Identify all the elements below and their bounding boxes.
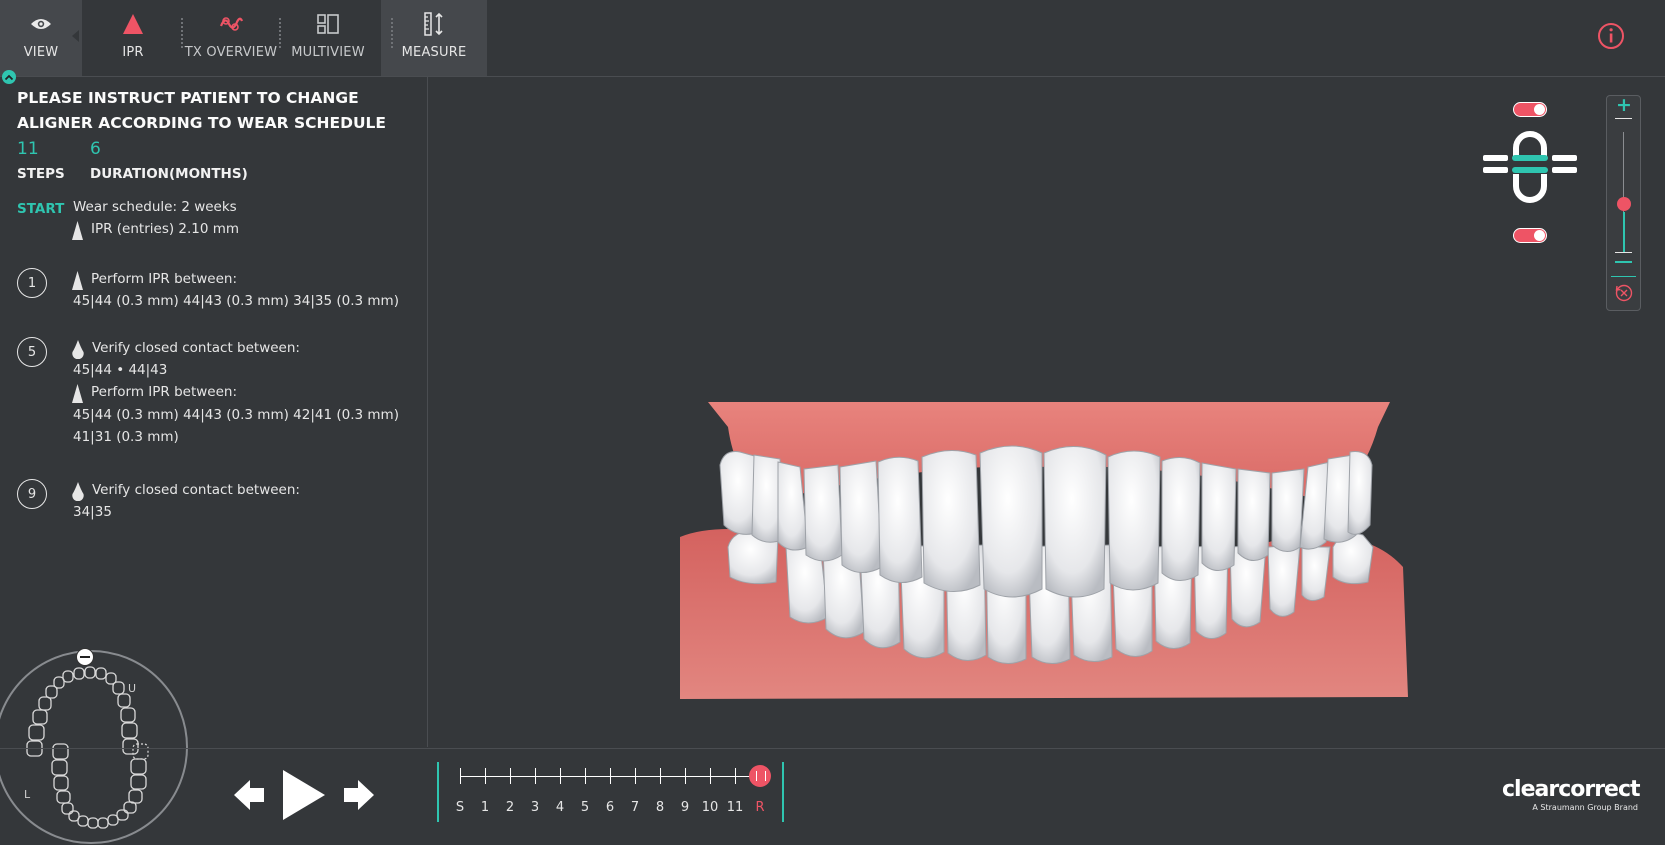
lower-arch-toggle[interactable]	[1513, 228, 1547, 243]
toolbar-grip	[391, 18, 395, 48]
timeline-tick[interactable]	[685, 768, 686, 784]
timeline-step-label[interactable]: 10	[700, 800, 720, 815]
timeline-tick[interactable]	[510, 768, 511, 784]
tab-view-label: VIEW	[23, 45, 59, 60]
timeline-tick[interactable]	[485, 768, 486, 784]
timeline-tick[interactable]	[560, 768, 561, 784]
tab-ipr[interactable]: IPR	[90, 0, 176, 76]
duration-label: DURATION(MONTHS)	[90, 166, 248, 182]
duration-value: 6	[90, 139, 101, 159]
step-marker-5[interactable]: 5	[17, 337, 47, 367]
active-tab-pointer	[72, 30, 79, 42]
upper-arch-label: U	[128, 682, 137, 695]
timeline-tick[interactable]	[585, 768, 586, 784]
zoom-in-button[interactable]: +	[1616, 94, 1632, 116]
zoom-track-fill	[1623, 212, 1625, 252]
toggle-knob	[1534, 104, 1545, 115]
zoom-control: +	[1606, 94, 1641, 311]
tab-tx-overview-label: TX OVERVIEW	[184, 45, 278, 60]
reset-view-icon[interactable]	[1614, 282, 1634, 306]
measure-icon	[423, 7, 445, 41]
tab-ipr-label: IPR	[122, 45, 144, 60]
tab-multiview[interactable]: MULTIVIEW	[283, 0, 373, 76]
brand-name: clearcorrect	[1502, 777, 1641, 802]
divider	[1615, 118, 1632, 119]
timeline-step-label[interactable]: 11	[725, 800, 745, 815]
timeline-tick[interactable]	[535, 768, 536, 784]
upper-arch-toggle[interactable]	[1513, 102, 1547, 117]
start-label: START	[17, 201, 65, 217]
info-icon[interactable]	[1597, 22, 1625, 50]
top-toolbar: VIEW IPR TX OVERVIEW MULTIVIEW MEASURE	[0, 0, 1665, 77]
step-marker-1[interactable]: 1	[17, 268, 47, 298]
ipr-triangle-icon	[72, 221, 83, 244]
timeline-step-label[interactable]: 1	[475, 800, 495, 815]
timeline-step-label[interactable]: 7	[625, 800, 645, 815]
timeline-step-label[interactable]: 2	[500, 800, 520, 815]
step-marker-9[interactable]: 9	[17, 479, 47, 509]
chevron-up-icon	[4, 74, 14, 81]
zoom-out-button[interactable]	[1615, 252, 1632, 264]
minus-icon	[80, 656, 90, 658]
timeline-current-step-handle[interactable]	[749, 765, 771, 787]
brand-logo: clearcorrect A Straumann Group Brand	[1502, 777, 1641, 813]
steps-value: 11	[17, 139, 39, 159]
event-detail: 45|44 • 44|43	[73, 362, 168, 378]
tab-multiview-label: MULTIVIEW	[291, 45, 365, 60]
timeline-step-label[interactable]: 9	[675, 800, 695, 815]
timeline-step-label[interactable]: R	[750, 800, 770, 815]
event-title: Perform IPR between:	[91, 271, 238, 287]
play-button[interactable]	[281, 768, 327, 822]
timeline-tick[interactable]	[610, 768, 611, 784]
timeline-step-label[interactable]: 6	[600, 800, 620, 815]
arch-selector-icon[interactable]	[1482, 126, 1582, 222]
zoom-slider-handle[interactable]	[1617, 197, 1631, 211]
grip-lines-icon	[756, 771, 766, 781]
timeline-tick[interactable]	[635, 768, 636, 784]
event-title: Verify closed contact between:	[92, 340, 300, 356]
event-title: Verify closed contact between:	[92, 482, 300, 498]
ipr-triangle-icon	[122, 7, 144, 41]
arch-visibility-control	[1482, 100, 1582, 248]
event-title: Perform IPR between:	[91, 384, 238, 400]
tx-overview-icon	[218, 7, 244, 41]
timeline-tick[interactable]	[710, 768, 711, 784]
tab-measure-label: MEASURE	[401, 45, 467, 60]
multiview-icon	[317, 7, 339, 41]
tab-view[interactable]: VIEW	[0, 0, 82, 76]
collapse-panel-button[interactable]	[2, 70, 16, 84]
timeline-step-label[interactable]: S	[450, 800, 470, 815]
divider	[1611, 276, 1636, 277]
dental-model-render	[680, 402, 1408, 699]
event-detail: 45|44 (0.3 mm) 44|43 (0.3 mm) 34|35 (0.3…	[73, 293, 399, 309]
contact-drop-icon	[72, 340, 84, 363]
wear-schedule-text: Wear schedule: 2 weeks	[73, 199, 237, 215]
treatment-summary-panel: PLEASE INSTRUCT PATIENT TO CHANGE ALIGNE…	[0, 70, 428, 747]
tab-tx-overview[interactable]: TX OVERVIEW	[183, 0, 279, 76]
timeline-step-label[interactable]: 4	[550, 800, 570, 815]
event-detail: 45|44 (0.3 mm) 44|43 (0.3 mm) 42|41 (0.3…	[73, 407, 399, 445]
event-detail: 34|35	[73, 504, 112, 520]
timeline-step-label[interactable]: 5	[575, 800, 595, 815]
playback-controls	[232, 768, 380, 824]
tooth-map-minimize-button[interactable]	[76, 648, 94, 666]
toggle-knob	[1534, 230, 1545, 241]
previous-step-button[interactable]	[232, 778, 266, 812]
timeline-tick[interactable]	[460, 768, 461, 784]
timeline-step-label[interactable]: 3	[525, 800, 545, 815]
contact-drop-icon	[72, 482, 84, 505]
3d-model-viewport[interactable]	[428, 77, 1665, 747]
steps-label: STEPS	[17, 166, 65, 182]
next-step-button[interactable]	[342, 778, 376, 812]
ipr-triangle-icon	[72, 271, 83, 294]
timeline-tick[interactable]	[660, 768, 661, 784]
timeline-tick[interactable]	[735, 768, 736, 784]
tab-measure[interactable]: MEASURE	[381, 0, 487, 76]
eye-icon	[30, 7, 52, 41]
ipr-entries-text: IPR (entries) 2.10 mm	[91, 221, 240, 237]
aligner-notice: PLEASE INSTRUCT PATIENT TO CHANGE ALIGNE…	[17, 89, 387, 132]
timeline-step-label[interactable]: 8	[650, 800, 670, 815]
brand-tagline: A Straumann Group Brand	[1532, 803, 1638, 812]
